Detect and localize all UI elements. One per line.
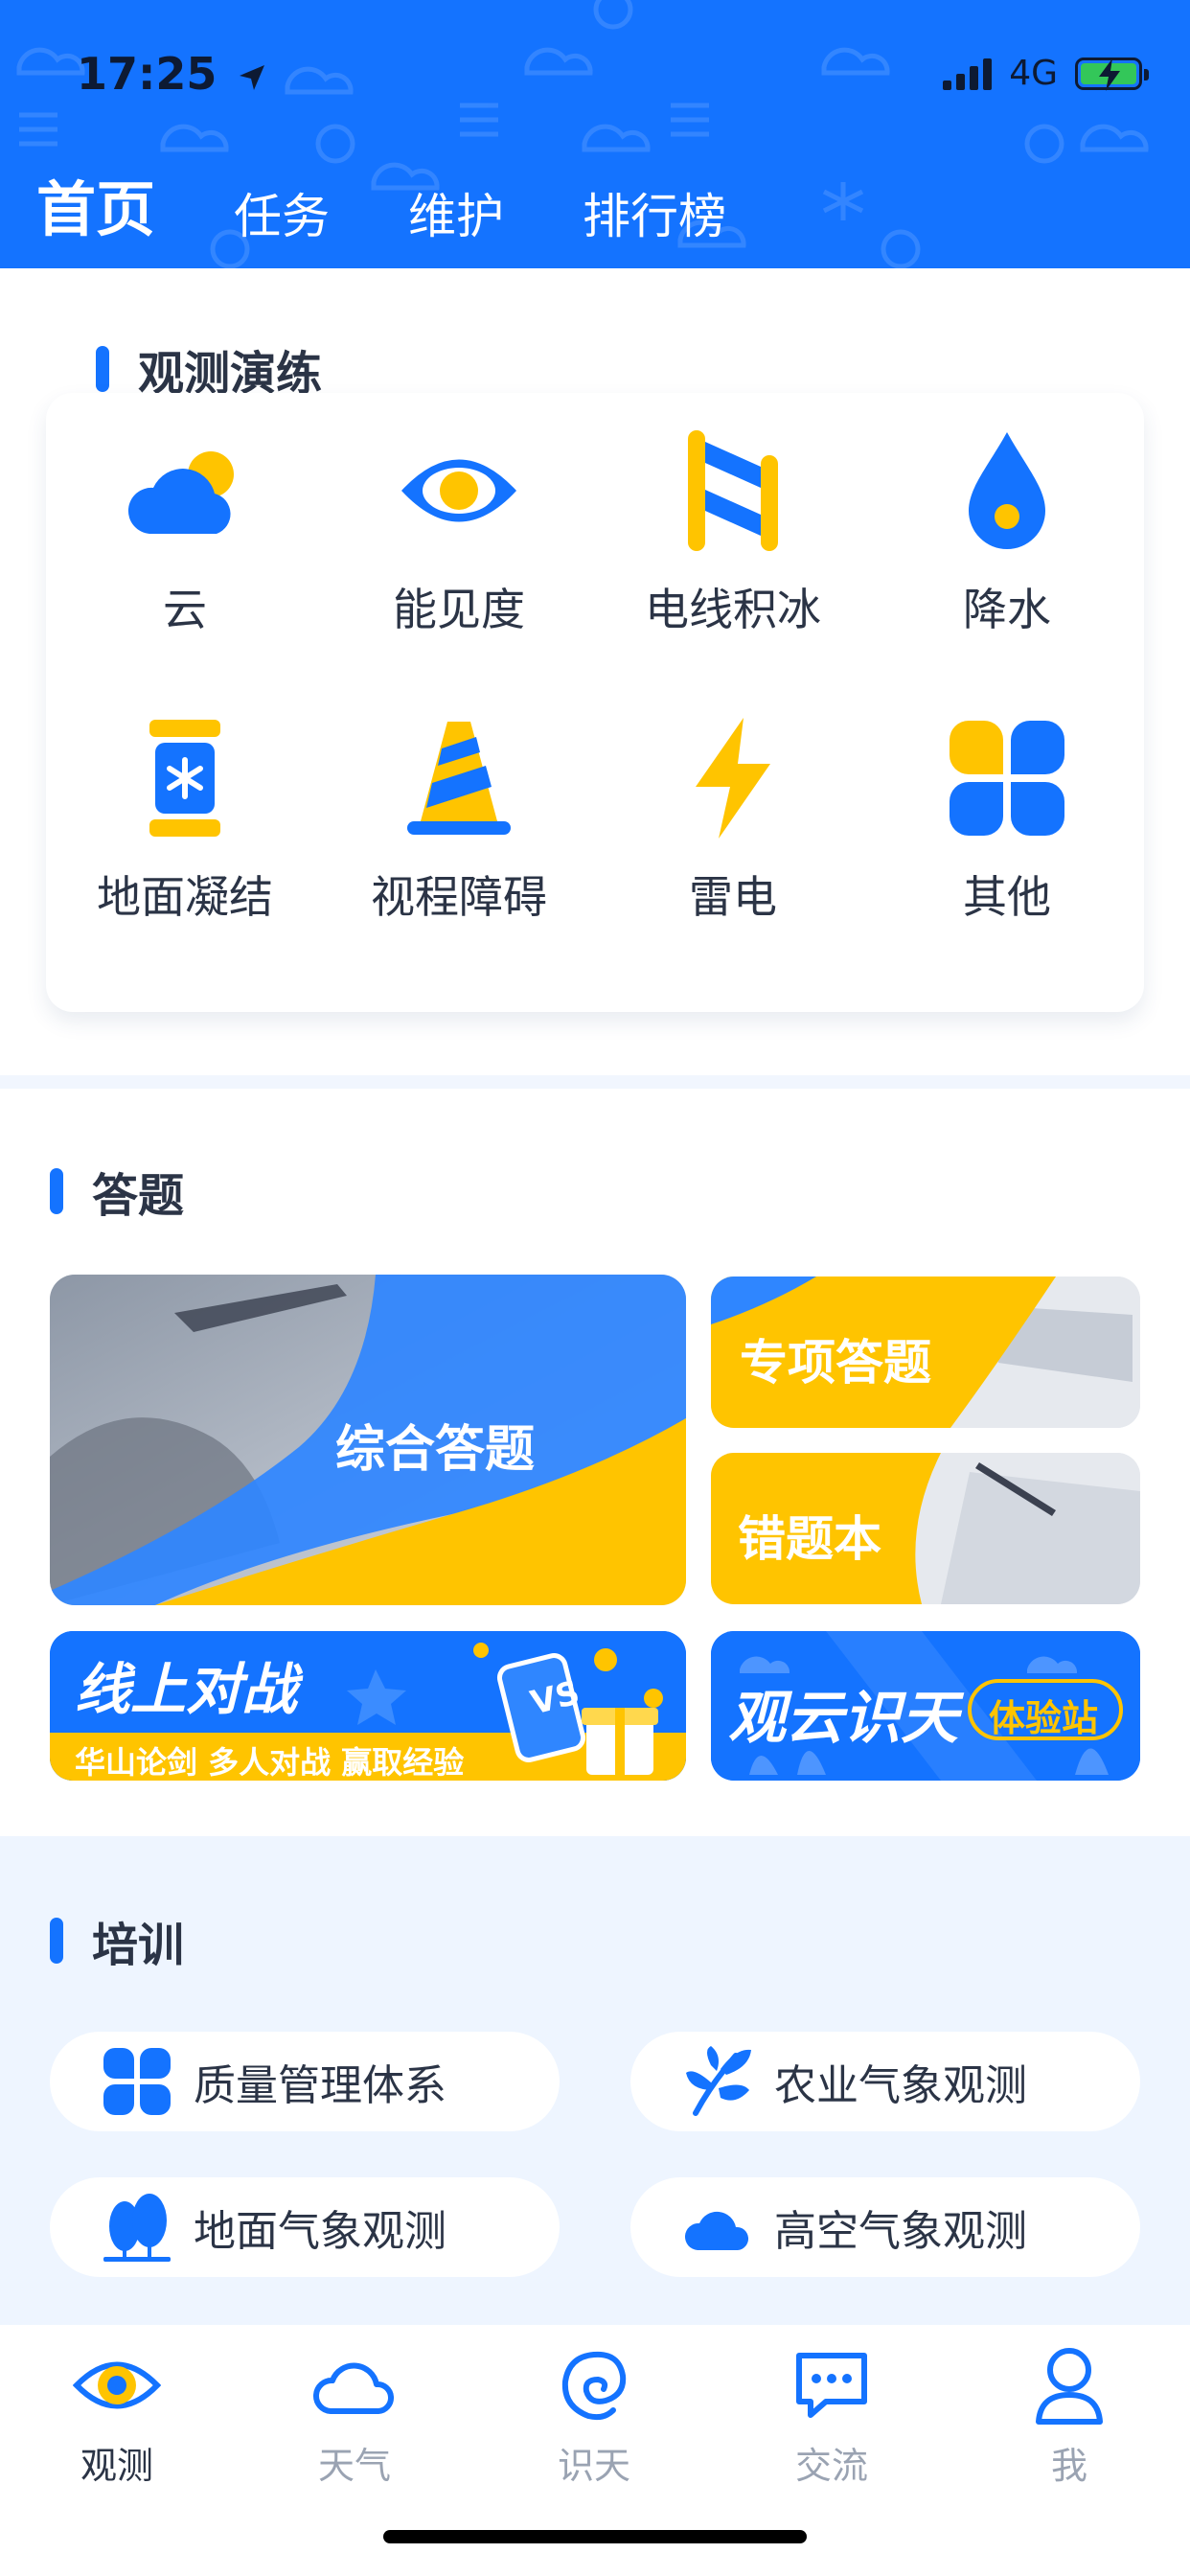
- section-bar: [50, 1918, 63, 1964]
- training-item-upper-air-meteorology[interactable]: 高空气象观测: [630, 2177, 1140, 2277]
- obs-item-lightning[interactable]: 雷电: [596, 711, 870, 941]
- section-bar: [96, 346, 109, 392]
- swirl-icon: [561, 2351, 627, 2421]
- obs-item-label: 能见度: [393, 584, 525, 635]
- network-type: 4G: [1009, 54, 1058, 93]
- training-item-agri-meteorology[interactable]: 农业气象观测: [630, 2032, 1140, 2131]
- training-section-title: 培训: [50, 1907, 184, 1974]
- online-battle-subtitle: 华山论剑 多人对战 赢取经验: [75, 1744, 465, 1781]
- training-item-label: 农业气象观测: [774, 2061, 1027, 2110]
- obs-item-precipitation[interactable]: 降水: [870, 424, 1144, 654]
- obs-item-label: 云: [163, 584, 207, 635]
- four-squares-icon: [950, 721, 1064, 836]
- status-time-text: 17:25: [77, 48, 217, 100]
- tab-tasks[interactable]: 任务: [234, 178, 330, 247]
- wire-ice-icon: [688, 430, 778, 551]
- trees-icon: [103, 2194, 171, 2262]
- nav-label: 识天: [557, 2445, 630, 2487]
- comprehensive-quiz-card[interactable]: 综合答题: [50, 1275, 686, 1605]
- obs-item-visual-obstruction[interactable]: 视程障碍: [322, 711, 596, 941]
- cloud-recognition-banner[interactable]: 观云识天 体验站: [711, 1631, 1140, 1781]
- tab-maintenance[interactable]: 维护: [408, 178, 504, 247]
- mistakes-card[interactable]: 错题本: [711, 1453, 1140, 1604]
- lightning-icon: [696, 718, 770, 839]
- obs-item-ground-condensation[interactable]: 地面凝结: [48, 711, 322, 941]
- nav-label: 天气: [317, 2445, 391, 2487]
- special-quiz-label: 专项答题: [740, 1335, 931, 1391]
- section-bar: [50, 1168, 63, 1214]
- tab-home[interactable]: 首页: [36, 161, 155, 247]
- section-divider: [0, 1075, 1190, 1089]
- cloud-icon: [684, 2211, 749, 2250]
- training-item-label: 高空气象观测: [774, 2207, 1027, 2256]
- ground-condensation-icon: [149, 720, 220, 837]
- eye-icon: [401, 459, 516, 522]
- battery-icon: [1075, 57, 1149, 91]
- nav-observe[interactable]: 观测: [21, 2342, 213, 2489]
- person-icon: [1036, 2348, 1103, 2425]
- comprehensive-quiz-label: 综合答题: [335, 1421, 536, 1479]
- clover-icon: [103, 2048, 171, 2115]
- nav-me[interactable]: 我: [973, 2342, 1165, 2489]
- traffic-cone-icon: [407, 722, 511, 835]
- training-item-label: 质量管理体系: [194, 2061, 446, 2110]
- eye-icon: [73, 2361, 161, 2409]
- nav-label: 观测: [80, 2445, 153, 2487]
- training-item-label: 地面气象观测: [194, 2207, 446, 2256]
- mistakes-label: 错题本: [738, 1511, 881, 1567]
- signal-icon: [943, 58, 993, 90]
- obs-item-label: 降水: [963, 584, 1051, 635]
- training-item-surface-meteorology[interactable]: 地面气象观测: [50, 2177, 560, 2277]
- obs-item-other[interactable]: 其他: [870, 711, 1144, 941]
- online-battle-title: 线上对战: [75, 1657, 298, 1722]
- location-arrow-icon: [240, 64, 265, 90]
- nav-community[interactable]: 交流: [736, 2342, 927, 2489]
- nav-label: 我: [1050, 2445, 1087, 2487]
- obs-item-label: 雷电: [689, 871, 777, 923]
- top-tabs: 首页 任务 维护 排行榜: [36, 161, 805, 247]
- obs-item-cloud[interactable]: 云: [48, 424, 322, 654]
- experience-station-badge: 体验站: [989, 1697, 1099, 1739]
- training-item-quality-management[interactable]: 质量管理体系: [50, 2032, 560, 2131]
- status-indicators: 4G: [943, 54, 1149, 93]
- raindrop-icon: [969, 432, 1045, 549]
- nav-sky-recognition[interactable]: 识天: [498, 2342, 690, 2489]
- app-header: 17:25 4G 首页 任务 维护 排行榜: [0, 0, 1190, 268]
- chat-icon: [796, 2353, 867, 2418]
- quiz-title-text: 答题: [92, 1169, 185, 1223]
- cloud-sun-icon: [127, 451, 234, 534]
- obs-item-label: 其他: [963, 871, 1051, 923]
- obs-item-label: 电线积冰: [645, 584, 821, 635]
- status-time: 17:25: [77, 48, 266, 100]
- obs-item-label: 视程障碍: [371, 871, 547, 923]
- obs-item-visibility[interactable]: 能见度: [322, 424, 596, 654]
- training-title-text: 培训: [92, 1919, 185, 1972]
- online-battle-banner[interactable]: 线上对战 华山论剑 多人对战 赢取经验 VS: [50, 1631, 686, 1781]
- cloud-icon: [313, 2362, 395, 2414]
- home-indicator: [383, 2530, 807, 2543]
- nav-weather[interactable]: 天气: [259, 2342, 450, 2489]
- obs-item-label: 地面凝结: [97, 871, 273, 923]
- leaf-icon: [686, 2046, 751, 2116]
- cloud-recognition-title: 观云识天: [728, 1685, 958, 1752]
- tab-leaderboard[interactable]: 排行榜: [583, 178, 726, 247]
- observation-card: 云 能见度 电线积冰 降水 地面凝结 视程障碍 雷电 其他: [46, 393, 1144, 1012]
- nav-label: 交流: [794, 2445, 868, 2487]
- special-quiz-card[interactable]: 专项答题: [711, 1276, 1140, 1428]
- quiz-section-title: 答题: [50, 1158, 184, 1225]
- obs-item-wire-ice[interactable]: 电线积冰: [596, 424, 870, 654]
